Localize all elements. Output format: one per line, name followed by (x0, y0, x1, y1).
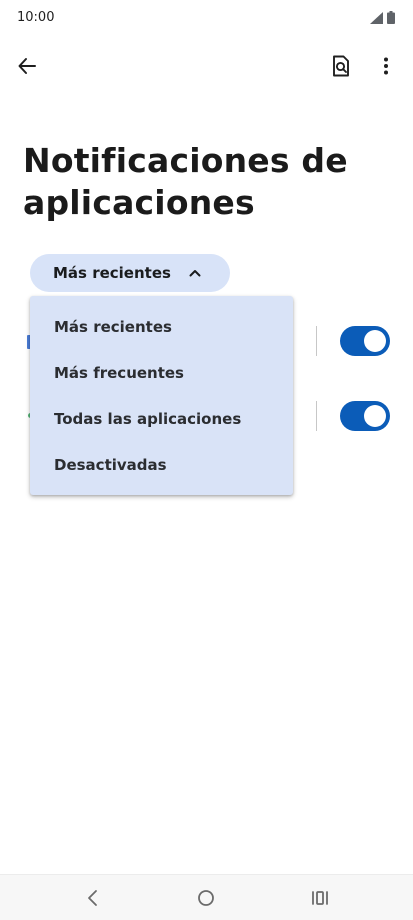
nav-home-icon (198, 890, 214, 906)
filter-dropdown-chip[interactable]: Más recientes (30, 254, 230, 292)
more-options-button[interactable] (366, 46, 406, 86)
page-title: Notificaciones de aplicaciones (23, 141, 348, 222)
back-button[interactable] (7, 46, 47, 86)
menu-item-mas-frecuentes[interactable]: Más frecuentes (30, 350, 293, 396)
status-time: 10:00 (17, 10, 55, 25)
menu-item-mas-recientes[interactable]: Más recientes (30, 304, 293, 350)
cell-signal-icon (370, 11, 383, 24)
row-divider (316, 401, 317, 431)
nav-recents-button[interactable] (303, 881, 337, 915)
app-bar (0, 44, 413, 90)
status-icons (370, 11, 395, 24)
more-vert-icon (384, 57, 388, 75)
battery-icon (387, 11, 395, 24)
search-settings-button[interactable] (321, 46, 361, 86)
nav-recents-icon (312, 891, 328, 905)
filter-selected-label: Más recientes (53, 264, 171, 282)
search-settings-icon (333, 55, 349, 77)
nav-back-icon (88, 890, 97, 906)
toggle-knob (364, 405, 386, 427)
nav-back-button[interactable] (76, 881, 110, 915)
system-nav-bar (0, 874, 413, 920)
chevron-up-icon (189, 270, 201, 277)
menu-item-desactivadas[interactable]: Desactivadas (30, 442, 293, 488)
toggle-knob (364, 330, 386, 352)
arrow-back-icon (18, 58, 36, 74)
notification-toggle[interactable] (340, 326, 390, 356)
status-bar: 10:00 (0, 0, 413, 36)
row-divider (316, 326, 317, 356)
nav-home-button[interactable] (189, 881, 223, 915)
notification-toggle[interactable] (340, 401, 390, 431)
filter-dropdown-menu: Más recientes Más frecuentes Todas las a… (30, 296, 293, 495)
menu-item-todas-las-aplicaciones[interactable]: Todas las aplicaciones (30, 396, 293, 442)
